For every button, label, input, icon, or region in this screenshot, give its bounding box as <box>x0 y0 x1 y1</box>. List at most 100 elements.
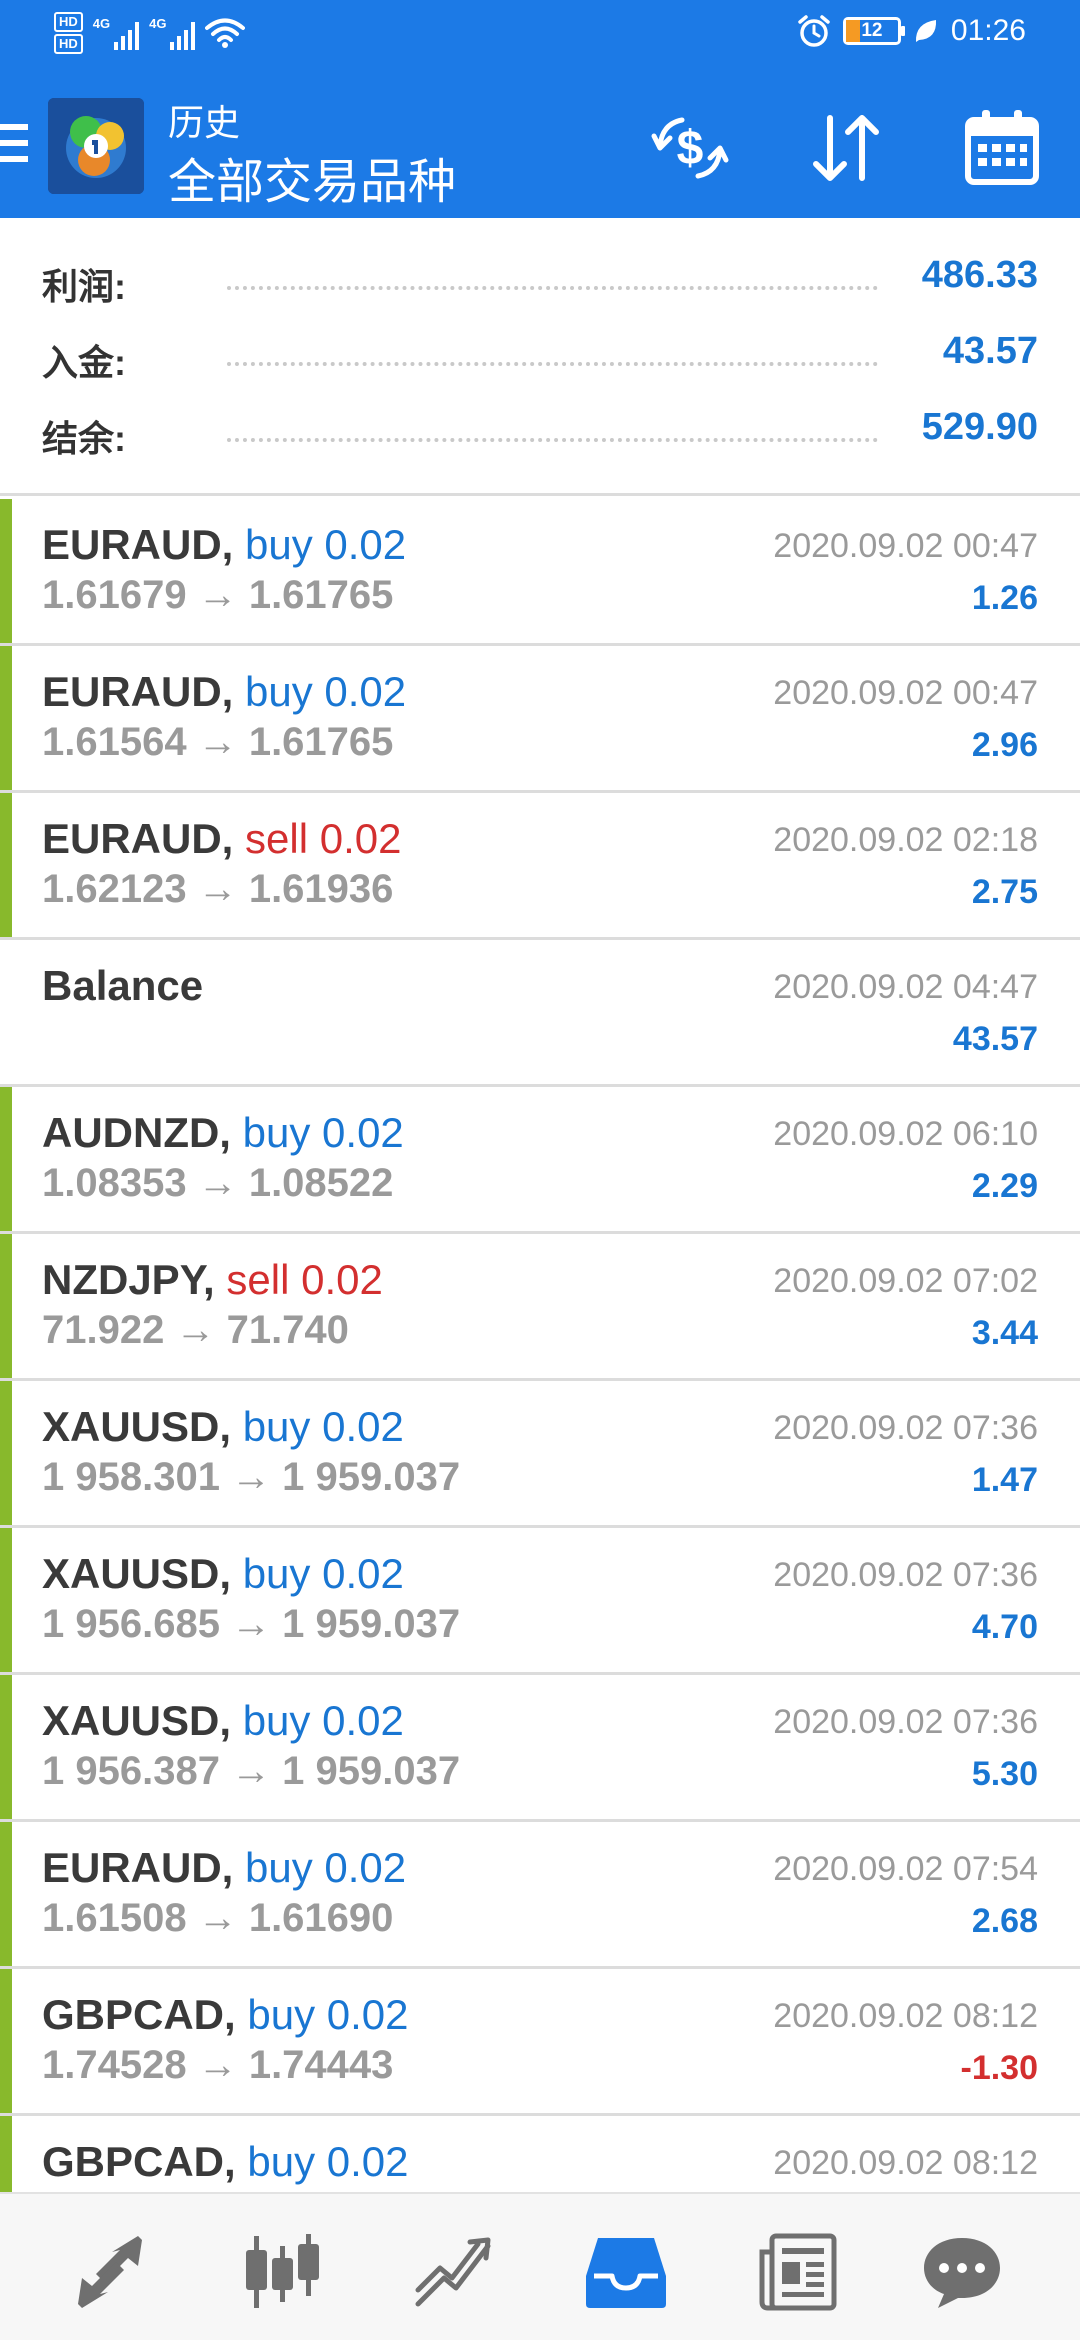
profit-indicator-bar <box>0 1969 12 2113</box>
deal-profit: 4.70 <box>971 1608 1038 1646</box>
hd-badge-2: HD <box>54 34 83 54</box>
deal-side-volume: buy 0.02 <box>247 1991 409 2038</box>
deal-side-volume: buy 0.02 <box>242 1550 404 1597</box>
page-title: 全部交易品种 <box>168 156 457 209</box>
deal-prices: 1.62123 → 1.61936 <box>42 867 394 911</box>
deal-side-volume: buy 0.02 <box>242 1403 404 1450</box>
deal-row[interactable]: AUDNZD, buy 0.02 1.08353 → 1.08522 2020.09… <box>0 1087 1080 1234</box>
signal-icon-1: 4G <box>92 16 140 50</box>
deal-prices: 1.61564 → 1.61765 <box>42 720 394 764</box>
alarm-icon <box>798 15 830 47</box>
deal-time: 2020.09.02 00:47 <box>773 527 1038 565</box>
deal-time: 2020.09.02 04:47 <box>773 968 1038 1006</box>
deal-row[interactable]: EURAUD, sell 0.02 1.62123 → 1.61936 2020.0… <box>0 793 1080 940</box>
dotted-leader <box>227 286 878 290</box>
deal-symbol-line: AUDNZD, buy 0.02 <box>42 1109 404 1157</box>
profit-indicator-bar <box>0 1528 12 1672</box>
deal-prices: 1 956.387 → 1 959.037 <box>42 1749 461 1793</box>
deal-symbol: XAUUSD, <box>42 1550 232 1597</box>
deal-profit: 5.30 <box>971 1755 1038 1793</box>
news-icon[interactable] <box>756 2232 840 2312</box>
deal-row[interactable]: EURAUD, buy 0.02 1.61508 → 1.61690 2020.09… <box>0 1822 1080 1969</box>
calendar-icon[interactable] <box>960 106 1044 190</box>
deal-symbol: NZDJPY, <box>42 1256 215 1303</box>
metatrader-logo-icon <box>48 98 144 194</box>
menu-icon[interactable] <box>0 124 30 164</box>
app-logo <box>48 98 144 194</box>
deal-side-volume: sell 0.02 <box>226 1256 383 1303</box>
profit-indicator-bar <box>0 1087 12 1231</box>
deal-row[interactable]: GBPCAD, buy 0.02 1.74528 → 1.74443 2020.09… <box>0 1969 1080 2116</box>
deal-prices: 1 958.301 → 1 959.037 <box>42 1455 461 1499</box>
deal-profit: 1.47 <box>971 1461 1038 1499</box>
deal-time: 2020.09.02 07:36 <box>773 1409 1038 1447</box>
deal-prices: 1.08353 → 1.08522 <box>42 1161 394 1205</box>
status-left: HD HD 4G 4G <box>54 12 246 54</box>
deal-side-volume: buy 0.02 <box>242 1109 404 1156</box>
wifi-icon <box>205 18 246 48</box>
deal-time: 2020.09.02 07:02 <box>773 1262 1038 1300</box>
clock: 01:26 <box>950 14 1026 47</box>
deal-list[interactable]: EURAUD, buy 0.02 1.61679 → 1.61765 2020.09… <box>0 499 1080 2263</box>
deal-symbol-line: XAUUSD, buy 0.02 <box>42 1550 404 1598</box>
balance-row: 结余: 529.90 <box>42 404 1038 464</box>
deal-symbol: Balance <box>42 962 204 1009</box>
deal-symbol-line: NZDJPY, sell 0.02 <box>42 1256 383 1304</box>
deal-prices: 71.922 → 71.740 <box>42 1308 349 1352</box>
deal-profit: -1.30 <box>960 2049 1039 2087</box>
deal-side-volume: buy 0.02 <box>245 668 407 715</box>
messages-icon[interactable] <box>920 2232 1004 2312</box>
bottom-navigation <box>0 2192 1080 2340</box>
status-bar: HD HD 4G 4G 12 01:26 <box>0 0 1080 72</box>
currency-exchange-icon[interactable]: $ <box>648 106 732 190</box>
deal-prices: 1.74528 → 1.74443 <box>42 2043 394 2087</box>
deal-time: 2020.09.02 08:12 <box>773 2144 1038 2182</box>
deal-symbol: AUDNZD, <box>42 1109 231 1156</box>
profit-indicator-bar <box>0 499 12 643</box>
network-type-2: 4G <box>149 16 167 31</box>
deal-row[interactable]: NZDJPY, sell 0.02 71.922 → 71.740 2020.09.… <box>0 1234 1080 1381</box>
dotted-leader <box>227 438 878 442</box>
deal-symbol-line: GBPCAD, buy 0.02 <box>42 2138 409 2186</box>
deposit-row: 入金: 43.57 <box>42 328 1038 388</box>
profit-row: 利润: 486.33 <box>42 252 1038 312</box>
deal-prices: 1.61679 → 1.61765 <box>42 573 394 617</box>
deal-row[interactable]: Balance 2020.09.02 04:47 43.57 <box>0 940 1080 1087</box>
quotes-icon[interactable] <box>68 2232 152 2312</box>
deal-symbol-line: XAUUSD, buy 0.02 <box>42 1697 404 1745</box>
deal-profit: 2.29 <box>971 1167 1038 1205</box>
deal-symbol: EURAUD, <box>42 668 234 715</box>
deal-time: 2020.09.02 07:36 <box>773 1703 1038 1741</box>
deal-time: 2020.09.02 02:18 <box>773 821 1038 859</box>
deal-symbol: GBPCAD, <box>42 2138 236 2185</box>
deal-row[interactable]: XAUUSD, buy 0.02 1 958.301 → 1 959.037 202… <box>0 1381 1080 1528</box>
deal-symbol-line: EURAUD, buy 0.02 <box>42 521 406 569</box>
network-type-1: 4G <box>92 16 111 31</box>
deal-side-volume: buy 0.02 <box>247 2138 409 2185</box>
deal-symbol: EURAUD, <box>42 521 234 568</box>
chart-icon[interactable] <box>240 2232 324 2312</box>
deal-symbol-line: EURAUD, buy 0.02 <box>42 1844 406 1892</box>
deal-prices: 1.61508 → 1.61690 <box>42 1896 394 1940</box>
deal-symbol: EURAUD, <box>42 815 234 862</box>
sort-icon[interactable] <box>804 106 888 190</box>
deal-time: 2020.09.02 07:36 <box>773 1556 1038 1594</box>
profit-indicator-bar <box>0 1381 12 1525</box>
deposit-label: 入金: <box>42 342 126 383</box>
deal-row[interactable]: XAUUSD, buy 0.02 1 956.387 → 1 959.037 202… <box>0 1675 1080 1822</box>
balance-value: 529.90 <box>921 406 1038 448</box>
app-bar: 历史 全部交易品种 $ <box>0 80 1080 218</box>
profit-label: 利润: <box>42 266 126 307</box>
leaf-icon <box>915 20 936 42</box>
trade-icon[interactable] <box>412 2232 496 2312</box>
signal-icon-2: 4G <box>149 16 196 50</box>
history-icon[interactable] <box>584 2232 668 2312</box>
deal-side-volume: buy 0.02 <box>245 521 407 568</box>
deal-time: 2020.09.02 08:12 <box>773 1997 1038 2035</box>
deal-time: 2020.09.02 07:54 <box>773 1850 1038 1888</box>
deal-symbol-line: Balance <box>42 962 203 1010</box>
deal-row[interactable]: EURAUD, buy 0.02 1.61679 → 1.61765 2020.09… <box>0 499 1080 646</box>
deal-row[interactable]: EURAUD, buy 0.02 1.61564 → 1.61765 2020.09… <box>0 646 1080 793</box>
deal-row[interactable]: XAUUSD, buy 0.02 1 956.685 → 1 959.037 202… <box>0 1528 1080 1675</box>
deal-profit: 43.57 <box>952 1020 1038 1058</box>
